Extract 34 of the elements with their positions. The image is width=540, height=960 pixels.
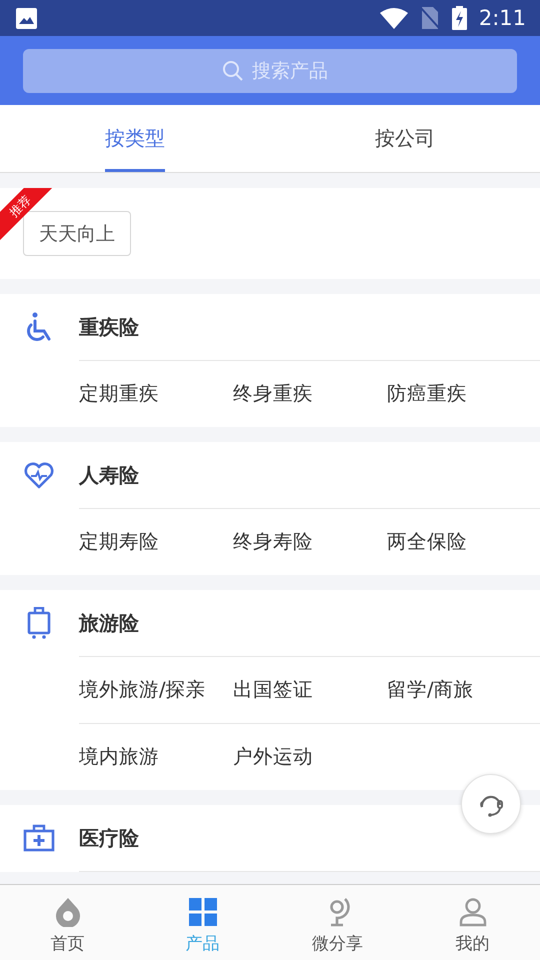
- search-field[interactable]: 搜索产品: [23, 49, 517, 93]
- tab[interactable]: 按公司: [375, 105, 435, 172]
- subcategory-item[interactable]: 境外旅游/探亲: [79, 657, 233, 723]
- product-chip[interactable]: 天天向上: [23, 211, 131, 256]
- category-title: 医疗险: [79, 824, 139, 852]
- subcategory-item[interactable]: 境内旅游: [79, 724, 233, 790]
- category-title: 旅游险: [79, 610, 139, 636]
- nav-tab[interactable]: 首页: [0, 885, 135, 960]
- image-icon: [16, 8, 37, 28]
- subcategory-item[interactable]: 留学/商旅: [387, 657, 540, 723]
- heart-pulse-icon: [24, 462, 54, 488]
- status-time: 2:11: [478, 6, 526, 30]
- subcategory-item[interactable]: 定期重疾: [79, 361, 233, 427]
- battery-icon: [452, 6, 467, 30]
- nav-tab[interactable]: 我的: [405, 885, 540, 960]
- subcategory-item[interactable]: 出国签证: [233, 657, 387, 723]
- subcategory-item[interactable]: 两全保险: [387, 509, 540, 575]
- grid-icon: [188, 897, 216, 927]
- category-title: 人寿险: [79, 462, 139, 488]
- subcategory-item[interactable]: 定期寿险: [79, 509, 233, 575]
- medical-kit-icon: [22, 824, 54, 852]
- subcategory-item[interactable]: 户外运动: [233, 724, 387, 790]
- category-title: 重疾险: [79, 314, 139, 340]
- nav-tab[interactable]: 微分享: [270, 885, 405, 960]
- drop-icon: [54, 897, 82, 927]
- subcategory-item[interactable]: 防癌重疾: [387, 361, 540, 427]
- subcategory-item[interactable]: 终身寿险: [233, 509, 387, 575]
- search-icon: [222, 60, 244, 82]
- no-sim-icon: [420, 7, 440, 29]
- subcategory-item[interactable]: 终身重疾: [233, 361, 387, 427]
- tab[interactable]: 按类型: [105, 105, 165, 172]
- wifi-icon: [380, 7, 408, 29]
- luggage-icon: [26, 607, 50, 639]
- person-icon: [458, 897, 486, 927]
